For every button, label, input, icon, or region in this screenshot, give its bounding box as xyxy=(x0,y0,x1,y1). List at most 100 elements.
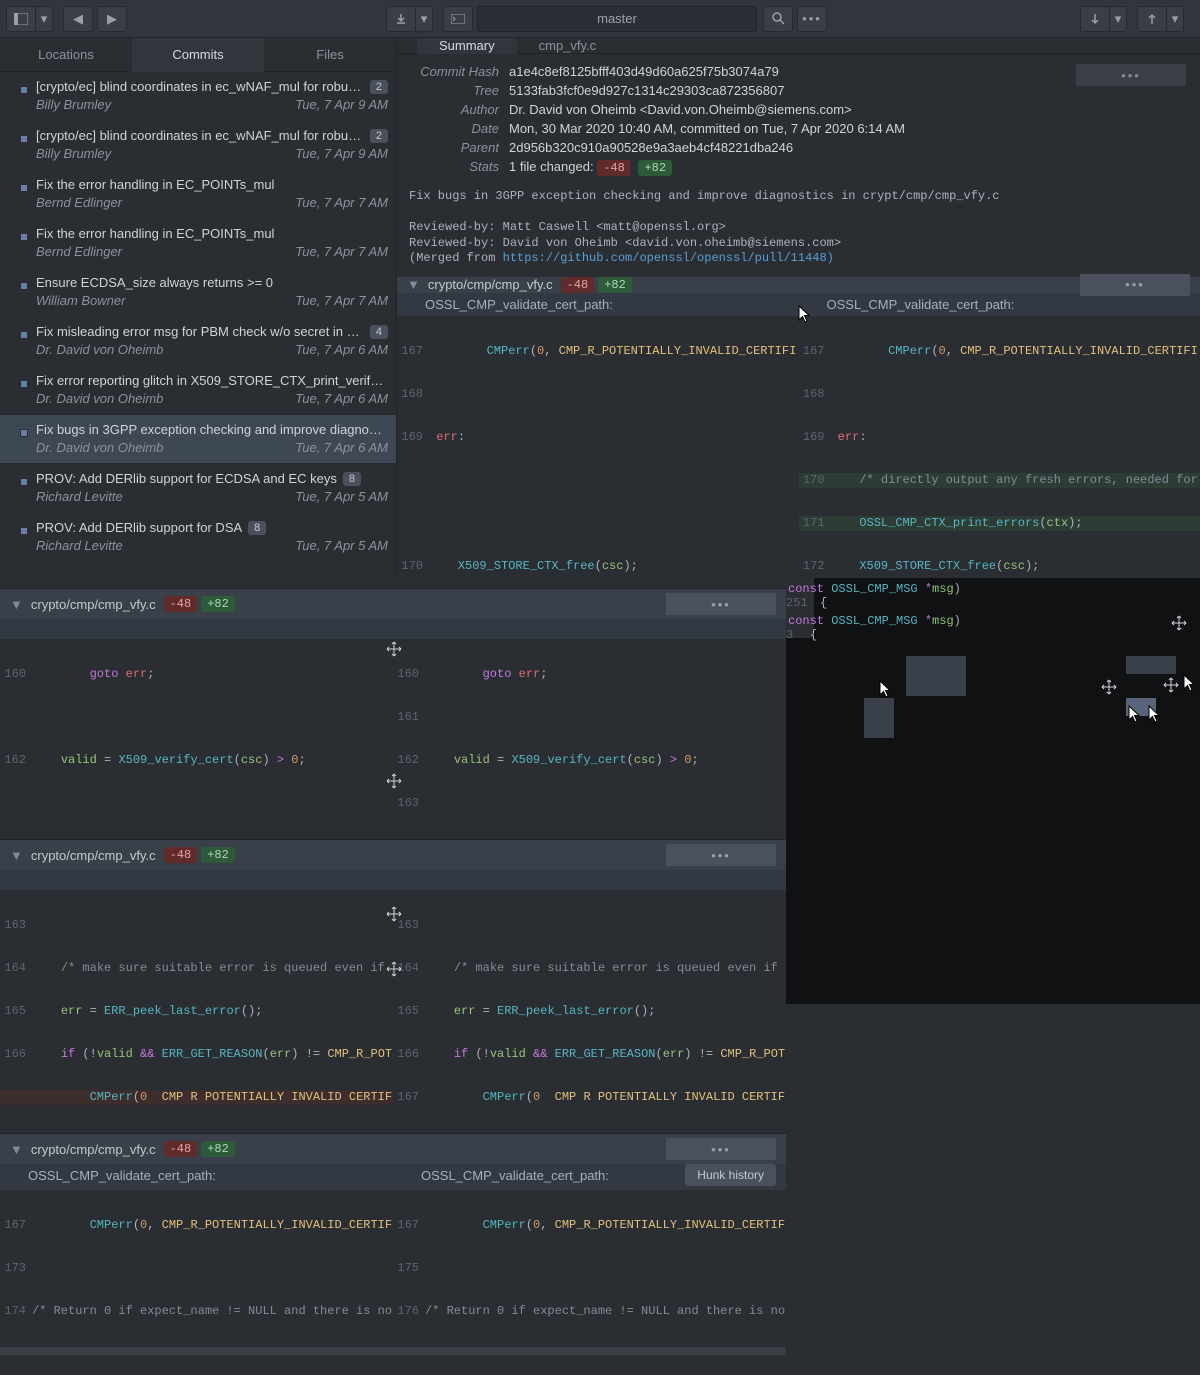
commit-author: Dr. David von Oheimb xyxy=(36,391,163,406)
commit-date: Tue, 7 Apr 7 AM xyxy=(295,244,388,259)
file-count-badge: 8 xyxy=(343,472,361,486)
diff-stat-del: -48 xyxy=(561,277,595,293)
sidebar-tabs: Locations Commits Files xyxy=(0,38,396,72)
commit-date: Tue, 7 Apr 9 AM xyxy=(295,97,388,112)
meta-value-tree: 5133fab3fcf0e9d927c1314c29303ca872356807 xyxy=(509,83,784,98)
meta-label-tree: Tree xyxy=(409,83,499,98)
diff-body: 167 CMPerr(0, CMP_R_POTENTIALLY_INVALID_… xyxy=(397,316,1200,578)
nav-forward-button[interactable]: ▶ xyxy=(97,6,127,32)
commit-item[interactable]: Fix misleading error msg for PBM check w… xyxy=(0,317,396,366)
diff-file-name: crypto/cmp/cmp_vfy.c xyxy=(428,277,553,292)
graph-node-icon xyxy=(20,86,28,94)
tab-file[interactable]: cmp_vfy.c xyxy=(517,38,619,54)
graph-node-icon xyxy=(20,282,28,290)
commit-item[interactable]: Fix bugs in 3GPP exception checking and … xyxy=(0,415,396,464)
chevron-down-icon[interactable]: ▼ xyxy=(10,1142,23,1157)
meta-value-stats: 1 file changed: -48 +82 xyxy=(509,159,672,175)
tab-locations[interactable]: Locations xyxy=(0,38,132,72)
commit-author: Billy Brumley xyxy=(36,146,111,161)
file-actions-button[interactable]: ••• xyxy=(666,593,776,615)
commit-item[interactable]: Ensure ECDSA_size always returns >= 0 Wil… xyxy=(0,268,396,317)
commit-title: PROV: Add DERlib support for DSA8 xyxy=(36,520,388,535)
chevron-down-icon[interactable]: ▼ xyxy=(10,597,23,612)
commit-item[interactable]: PROV: Add DERlib support for ECDSA and E… xyxy=(0,464,396,513)
graph-node-icon xyxy=(20,135,28,143)
hunk-header: OSSL_CMP_validate_cert_path: OSSL_CMP_va… xyxy=(397,293,1200,316)
pull-button[interactable] xyxy=(1080,6,1110,32)
tab-summary[interactable]: Summary xyxy=(417,38,517,54)
pull-dropdown[interactable]: ▾ xyxy=(1109,6,1127,32)
commit-actions-button[interactable]: ••• xyxy=(1076,64,1186,86)
file-actions-button[interactable]: ••• xyxy=(1080,274,1190,296)
fetch-button[interactable] xyxy=(386,6,416,32)
commit-item[interactable]: Fix the error handling in EC_POINTs_mul B… xyxy=(0,219,396,268)
diff-body-lower-b: 163 164 /* make sure suitable error is q… xyxy=(0,890,786,1133)
commit-author: Bernd Edlinger xyxy=(36,244,122,259)
file-actions-button[interactable]: ••• xyxy=(666,1138,776,1160)
commit-author: Dr. David von Oheimb xyxy=(36,342,163,357)
diff-file-header: ▼ crypto/cmp/cmp_vfy.c -48 +82 ••• xyxy=(397,277,1200,293)
file-actions-button[interactable]: ••• xyxy=(666,844,776,866)
commit-date: Tue, 7 Apr 5 AM xyxy=(295,538,388,553)
nav-back-button[interactable]: ◀ xyxy=(63,6,93,32)
commit-item[interactable]: PROV: Add DERlib support for DSA8 Richard… xyxy=(0,513,396,562)
push-button[interactable] xyxy=(1137,6,1167,32)
branch-input[interactable] xyxy=(477,6,757,32)
diff-file-header-lower-a: ▼ crypto/cmp/cmp_vfy.c -48 +82 ••• xyxy=(0,589,786,619)
search-button[interactable] xyxy=(763,6,793,32)
commit-title: Fix the error handling in EC_POINTs_mul xyxy=(36,226,388,241)
commit-item[interactable]: Fix error reporting glitch in X509_STORE… xyxy=(0,366,396,415)
hunk-history-button[interactable]: Hunk history xyxy=(685,1164,776,1186)
commit-author: William Bowner xyxy=(36,293,125,308)
sidebar-toggle-dropdown[interactable]: ▾ xyxy=(35,6,53,32)
commit-date: Tue, 7 Apr 6 AM xyxy=(295,391,388,406)
chevron-down-icon[interactable]: ▼ xyxy=(10,848,23,863)
sidebar-toggle-button[interactable] xyxy=(6,6,36,32)
meta-value-hash: a1e4c8ef8125bfff403d49d60a625f75b3074a79 xyxy=(509,64,779,79)
terminal-button[interactable] xyxy=(443,6,473,32)
tab-files[interactable]: Files xyxy=(264,38,396,72)
commit-author: Richard Levitte xyxy=(36,489,123,504)
commit-title: [crypto/ec] blind coordinates in ec_wNAF… xyxy=(36,79,388,94)
chevron-down-icon[interactable]: ▼ xyxy=(407,277,420,292)
commit-author: Richard Levitte xyxy=(36,538,123,553)
hunk-header-lower-b xyxy=(0,870,786,890)
diff-file-header-lower-c: ▼ crypto/cmp/cmp_vfy.c -48 +82 ••• xyxy=(0,1134,786,1164)
fetch-dropdown[interactable]: ▾ xyxy=(415,6,433,32)
diff-body-lower-c: 167 CMPerr(0, CMP_R_POTENTIALLY_INVALID_… xyxy=(0,1190,786,1347)
file-count-badge: 4 xyxy=(370,325,388,339)
more-button[interactable]: ••• xyxy=(797,6,827,32)
diff-body-lower-a: 160 goto err; 162 valid = X509_verify_ce… xyxy=(0,639,786,839)
tab-commits[interactable]: Commits xyxy=(132,38,264,72)
push-dropdown[interactable]: ▾ xyxy=(1166,6,1184,32)
commit-list: [crypto/ec] blind coordinates in ec_wNAF… xyxy=(0,72,396,578)
commit-author: Bernd Edlinger xyxy=(36,195,122,210)
hunk-header-lower-c: OSSL_CMP_validate_cert_path: OSSL_CMP_va… xyxy=(0,1164,786,1190)
commit-title: Ensure ECDSA_size always returns >= 0 xyxy=(36,275,388,290)
commit-title: Fix bugs in 3GPP exception checking and … xyxy=(36,422,388,437)
commit-item[interactable]: Fix the error handling in EC_POINTs_mulB… xyxy=(0,170,396,219)
file-count-badge: 2 xyxy=(370,129,388,143)
hunk-label-left: OSSL_CMP_validate_cert_path: xyxy=(397,293,799,316)
file-count-badge: 8 xyxy=(248,521,266,535)
diff-stat-add: +82 xyxy=(598,277,632,293)
commit-date: Tue, 7 Apr 6 AM xyxy=(295,342,388,357)
commit-date: Tue, 7 Apr 9 AM xyxy=(295,146,388,161)
meta-label-author: Author xyxy=(409,102,499,117)
diff-file-name: crypto/cmp/cmp_vfy.c xyxy=(31,1142,156,1157)
commit-message: Fix bugs in 3GPP exception checking and … xyxy=(397,183,1200,277)
merge-link[interactable]: https://github.com/openssl/openssl/pull/… xyxy=(503,251,834,265)
meta-value-parent: 2d956b320c910a90528e9a3aeb4cf48221dba246 xyxy=(509,140,793,155)
diff-file-name: crypto/cmp/cmp_vfy.c xyxy=(31,597,156,612)
commit-author: Dr. David von Oheimb xyxy=(36,440,163,455)
commit-title: [crypto/ec] blind coordinates in ec_wNAF… xyxy=(36,128,388,143)
commit-item[interactable]: [crypto/ec] blind coordinates in ec_wNAF… xyxy=(0,72,396,121)
graph-node-icon xyxy=(20,429,28,437)
commit-item[interactable]: [crypto/ec] blind coordinates in ec_wNAF… xyxy=(0,121,396,170)
commit-title: PROV: Add DERlib support for ECDSA and E… xyxy=(36,471,388,486)
meta-value-author: Dr. David von Oheimb <David.von.Oheimb@s… xyxy=(509,102,852,117)
commit-author: Billy Brumley xyxy=(36,97,111,112)
meta-label-hash: Commit Hash xyxy=(409,64,499,79)
commit-date: Tue, 7 Apr 7 AM xyxy=(295,293,388,308)
hunk-header-lower-a xyxy=(0,619,786,639)
